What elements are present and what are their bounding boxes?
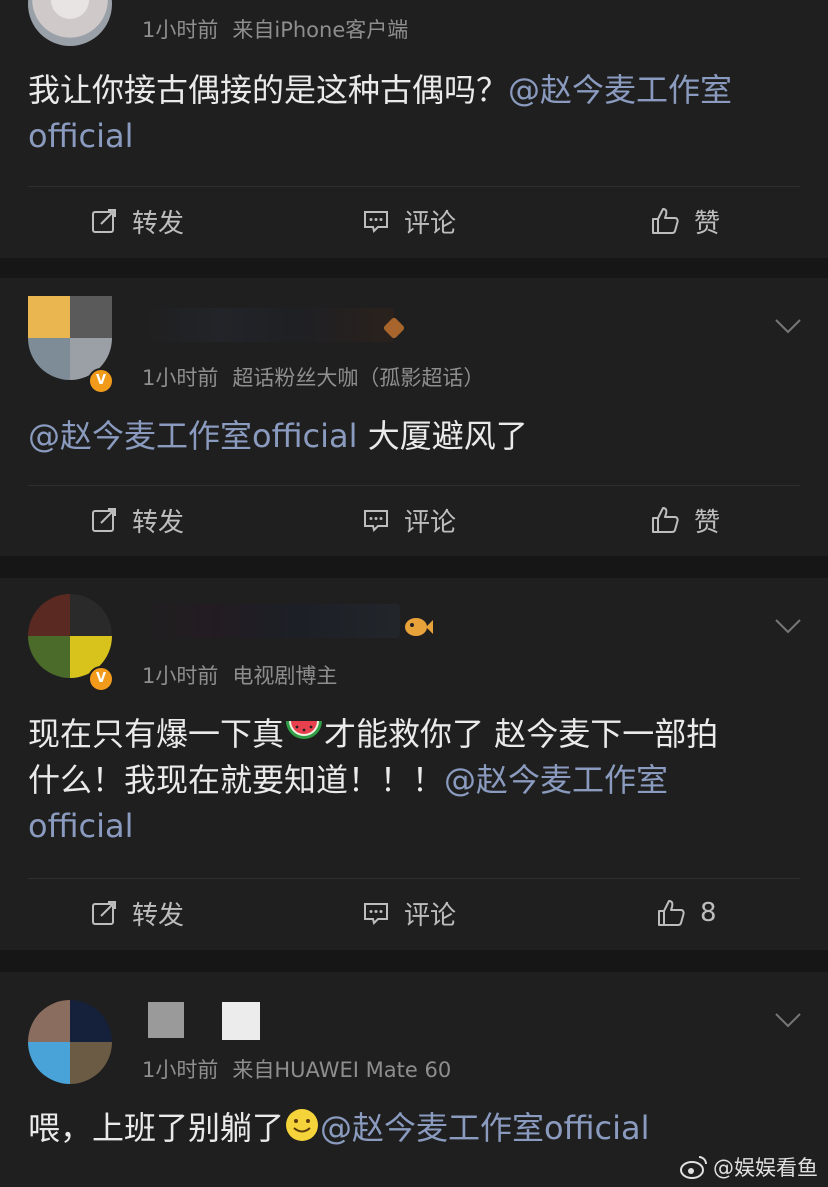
comment-button[interactable]: 评论 xyxy=(362,490,456,550)
divider xyxy=(28,485,800,486)
avatar[interactable] xyxy=(28,1000,112,1084)
like-button[interactable]: 8 xyxy=(656,883,717,943)
post-content: @赵今麦工作室official 大厦避风了 xyxy=(28,413,800,459)
thumbs-up-icon xyxy=(658,900,685,926)
comment-button[interactable]: 评论 xyxy=(362,883,456,943)
fish-emblem-icon xyxy=(405,618,433,636)
post-source: 电视剧博主 xyxy=(232,664,338,688)
chevron-down-icon[interactable] xyxy=(774,1012,802,1028)
post-card-2: V 1小时前 超话粉丝大咖（孤影超话） @赵今麦工作室official 大厦避风了… xyxy=(0,278,828,556)
username-blurred[interactable] xyxy=(222,1002,260,1040)
post-source: 超话粉丝大咖（孤影超话） xyxy=(232,366,485,390)
like-label: 赞 xyxy=(694,208,721,239)
post-card-3: V 1小时前 电视剧博主 现在只有爆一下真 才能救你了 赵今麦下一部拍什么！我现在就… xyxy=(0,578,828,950)
mention-text-tail: official xyxy=(28,807,134,845)
like-button[interactable]: 赞 xyxy=(650,191,720,251)
repost-icon xyxy=(92,209,116,233)
weibo-logo-icon xyxy=(680,1156,707,1179)
verified-badge: V xyxy=(88,666,114,692)
mention-link[interactable]: @赵今麦工作室official xyxy=(320,1109,650,1147)
post-source: 来自HUAWEI Mate 60 xyxy=(232,1058,452,1082)
comment-label: 评论 xyxy=(404,208,457,239)
like-label: 赞 xyxy=(694,507,721,538)
comment-icon xyxy=(364,903,388,925)
post-source: 来自iPhone客户端 xyxy=(232,18,409,42)
post-time: 1小时前 xyxy=(142,664,219,688)
thumbs-up-icon xyxy=(652,208,679,234)
post-card-1: 1小时前 来自iPhone客户端 我让你接古偶接的是这种古偶吗？@赵今麦工作室of… xyxy=(0,0,828,258)
like-button[interactable]: 赞 xyxy=(650,490,720,550)
repost-button[interactable]: 转发 xyxy=(90,191,184,251)
action-bar: 转发 评论 赞 xyxy=(0,490,828,550)
action-bar: 转发 评论 8 xyxy=(0,883,828,943)
repost-label: 转发 xyxy=(132,208,185,239)
comment-icon xyxy=(364,510,388,532)
comment-label: 评论 xyxy=(404,900,457,931)
post-time: 1小时前 xyxy=(142,18,219,42)
post-content: 喂，上班了别躺了 @赵今麦工作室official xyxy=(28,1105,800,1151)
smiley-emoji-icon xyxy=(286,1109,319,1141)
repost-button[interactable]: 转发 xyxy=(90,883,184,943)
verified-badge: V xyxy=(88,368,114,394)
chevron-down-icon[interactable] xyxy=(774,618,802,634)
chevron-down-icon[interactable] xyxy=(774,318,802,334)
post-content: 现在只有爆一下真 才能救你了 赵今麦下一部拍什么！我现在就要知道！！！@赵今麦工作… xyxy=(28,711,800,849)
divider xyxy=(28,186,800,187)
watermark: @娱娱看鱼 xyxy=(679,1152,818,1182)
post-text: 现在只有爆一下真 xyxy=(28,715,285,753)
post-content: 我让你接古偶接的是这种古偶吗？@赵今麦工作室official xyxy=(28,67,800,159)
post-meta: 1小时前 超话粉丝大咖（孤影超话） xyxy=(142,362,484,392)
post-text: 我让你接古偶接的是这种古偶吗？ xyxy=(28,71,509,109)
action-bar: 转发 评论 赞 xyxy=(0,191,828,251)
post-text: 才能救你了 赵今麦下一部拍 xyxy=(324,715,719,753)
username-blurred[interactable] xyxy=(144,604,400,638)
avatar[interactable] xyxy=(28,0,112,46)
comment-label: 评论 xyxy=(404,507,457,538)
post-time: 1小时前 xyxy=(142,1058,219,1082)
repost-label: 转发 xyxy=(132,900,185,931)
post-meta: 1小时前 来自HUAWEI Mate 60 xyxy=(142,1054,451,1084)
mention-text: @赵今麦工作室 xyxy=(444,761,669,799)
repost-button[interactable]: 转发 xyxy=(90,490,184,550)
repost-label: 转发 xyxy=(132,507,185,538)
repost-icon xyxy=(92,901,116,925)
username-blurred[interactable] xyxy=(148,1002,184,1038)
like-count: 8 xyxy=(700,898,717,928)
comment-button[interactable]: 评论 xyxy=(362,191,456,251)
watermelon-emoji-icon xyxy=(286,721,323,739)
post-meta: 1小时前 电视剧博主 xyxy=(142,660,337,690)
thumbs-up-icon xyxy=(652,507,679,533)
post-meta: 1小时前 来自iPhone客户端 xyxy=(142,14,408,44)
post-time: 1小时前 xyxy=(142,366,219,390)
post-text: 大厦避风了 xyxy=(357,417,528,455)
comment-icon xyxy=(364,211,388,233)
username-blurred[interactable] xyxy=(144,308,394,342)
divider xyxy=(28,878,800,879)
repost-icon xyxy=(92,508,116,532)
post-text: 喂，上班了别躺了 xyxy=(28,1109,285,1147)
post-text: 什么！我现在就要知道！！！ xyxy=(28,761,445,799)
mention-link[interactable]: @赵今麦工作室official xyxy=(28,417,358,455)
watermark-text: @娱娱看鱼 xyxy=(713,1156,818,1180)
